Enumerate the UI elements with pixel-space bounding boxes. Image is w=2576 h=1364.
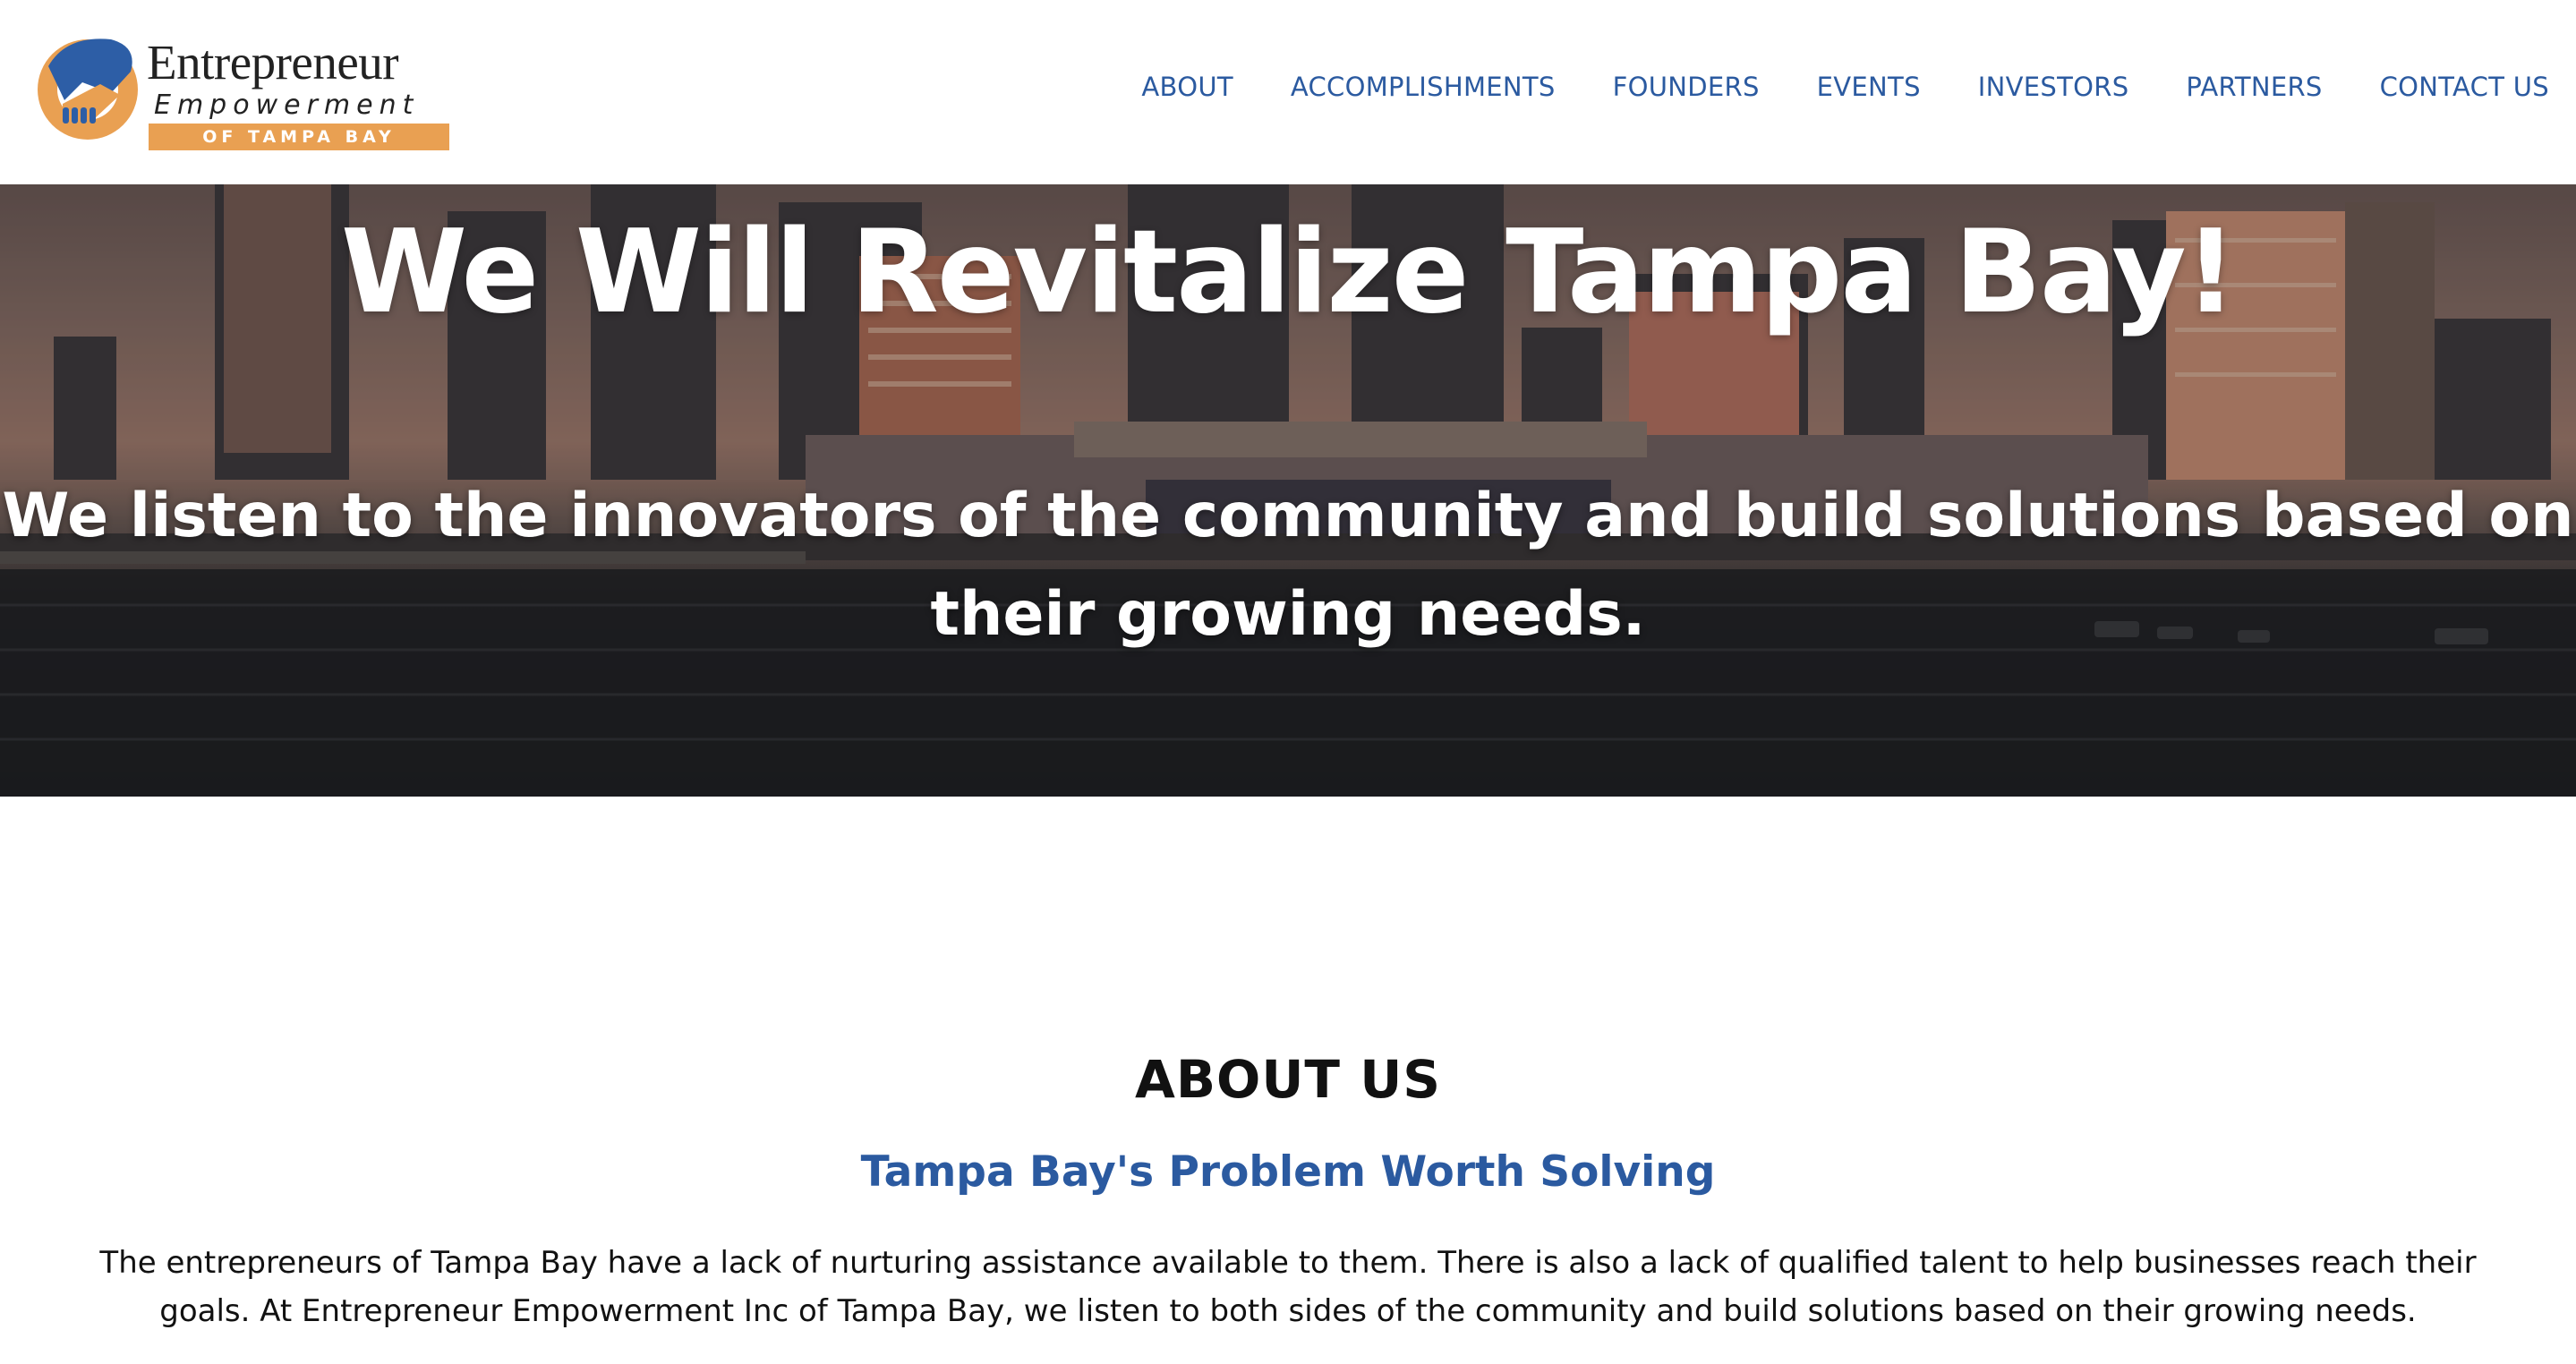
nav-item-events[interactable]: EVENTS	[1817, 72, 1921, 102]
handshake-logo-icon	[38, 38, 138, 140]
nav-item-contact-us[interactable]: CONTACT US	[2380, 72, 2549, 102]
logo-band: OF TAMPA BAY	[149, 124, 449, 150]
site-header: Entrepreneur Empowerment OF TAMPA BAY AB…	[0, 0, 2576, 184]
logo-wordmark-secondary: Empowerment	[154, 90, 420, 121]
nav-item-accomplishments[interactable]: ACCOMPLISHMENTS	[1291, 72, 1556, 102]
hero-banner: We Will Revitalize Tampa Bay! We listen …	[0, 184, 2576, 797]
about-heading: ABOUT US	[1134, 1049, 1442, 1110]
about-body-text: The entrepreneurs of Tampa Bay have a la…	[99, 1245, 2477, 1329]
page: Entrepreneur Empowerment OF TAMPA BAY AB…	[0, 0, 2576, 1364]
nav-item-founders[interactable]: FOUNDERS	[1613, 72, 1760, 102]
logo-wordmark-primary: Entrepreneur	[147, 35, 399, 90]
hero-subtitle: We listen to the innovators of the commu…	[2, 481, 2574, 650]
nav-item-investors[interactable]: INVESTORS	[1978, 72, 2129, 102]
about-subheading: Tampa Bay's Problem Worth Solving	[860, 1147, 1716, 1197]
site-logo[interactable]: Entrepreneur Empowerment OF TAMPA BAY	[30, 30, 460, 156]
hero-title: We Will Revitalize Tampa Bay!	[340, 206, 2237, 339]
nav-item-about[interactable]: ABOUT	[1141, 72, 1233, 102]
main-nav: ABOUT ACCOMPLISHMENTS FOUNDERS EVENTS IN…	[1141, 72, 2549, 102]
nav-item-partners[interactable]: PARTNERS	[2186, 72, 2322, 102]
